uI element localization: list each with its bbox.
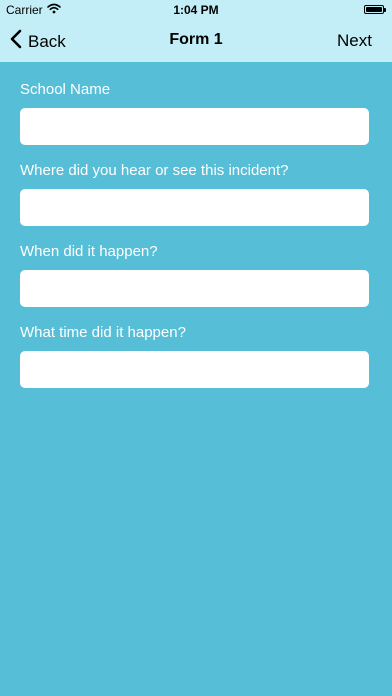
- incident-location-label: Where did you hear or see this incident?: [20, 162, 289, 179]
- incident-date-input[interactable]: [20, 270, 369, 307]
- page-title: Form 1: [169, 31, 223, 48]
- school-name-field: School Name: [20, 81, 369, 145]
- next-button[interactable]: Next: [337, 31, 372, 51]
- incident-date-field: When did it happen?: [20, 243, 369, 307]
- incident-date-label: When did it happen?: [20, 243, 158, 260]
- battery-icon: [364, 5, 386, 14]
- navigation-bar: Back Form 1 Next: [0, 20, 392, 62]
- incident-time-input[interactable]: [20, 351, 369, 388]
- incident-location-field: Where did you hear or see this incident?: [20, 162, 369, 226]
- incident-time-label: What time did it happen?: [20, 324, 186, 341]
- incident-time-field: What time did it happen?: [20, 324, 369, 388]
- incident-location-input[interactable]: [20, 189, 369, 226]
- school-name-input[interactable]: [20, 108, 369, 145]
- status-bar: Carrier 1:04 PM: [0, 0, 392, 20]
- battery-fill: [366, 7, 382, 12]
- school-name-label: School Name: [20, 81, 111, 98]
- status-time: 1:04 PM: [173, 3, 219, 17]
